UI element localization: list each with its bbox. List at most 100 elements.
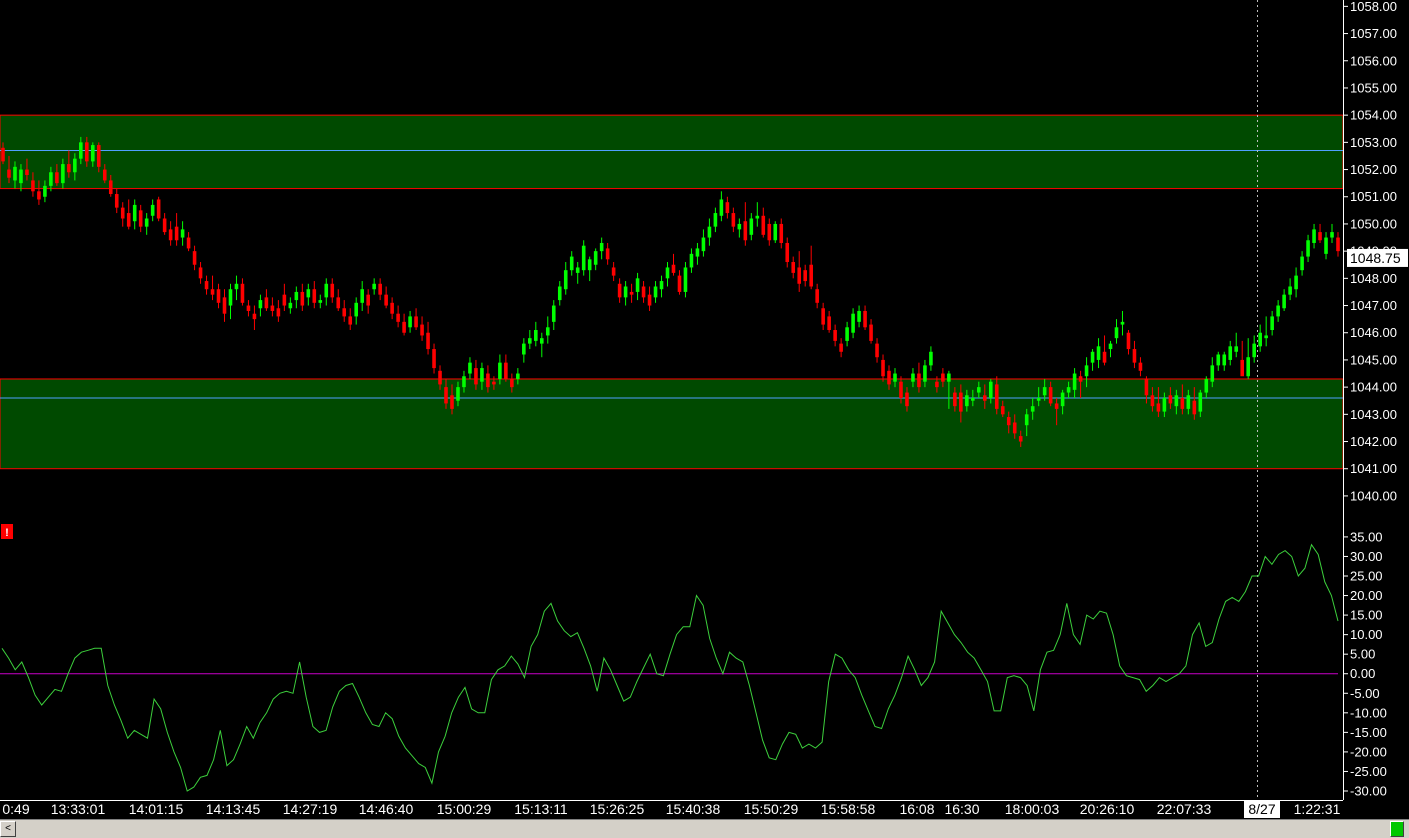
candle-body [893,373,897,382]
candle-body [1012,422,1017,434]
candle-body [1210,365,1215,382]
candle-body [372,283,376,290]
oscillator-tick-label: -25.00 [1350,764,1387,779]
candle-body [25,169,29,175]
candle-body [713,213,718,227]
candle-body [73,158,77,173]
candle-body [246,305,251,311]
candle-body [1114,327,1119,339]
candle-body [737,223,742,230]
time-tick-label: 18:00:03 [1005,801,1060,817]
candle-body [581,245,586,271]
candle-body [1138,362,1143,371]
candle-body [1324,237,1328,254]
candle [773,221,778,243]
candle-body [138,210,143,227]
candle-body [611,267,616,276]
candle-body [563,270,568,290]
candle-body [851,313,855,333]
candle-body [905,392,909,407]
candle-body [228,289,233,306]
candle-body [108,180,113,195]
scroll-thumb[interactable] [1390,821,1404,837]
price-tick-label: 1053.00 [1350,135,1397,150]
candle-body [252,313,257,320]
price-tick-label: 1043.00 [1350,407,1397,422]
time-tick-label: 15:00:29 [437,801,492,817]
candle-body [994,384,999,409]
candle-body [7,169,11,178]
price-tick-label: 1052.00 [1350,162,1397,177]
candle-body [731,213,736,227]
time-tick-label: 14:27:19 [283,801,338,817]
scroll-left-button[interactable]: < [0,821,16,837]
candle-body [569,256,574,271]
time-tick-label: 20:26:10 [1080,801,1135,817]
candle-body [1294,275,1298,290]
candle-body [1120,321,1125,325]
candle-body [785,242,790,263]
candle-body [162,218,167,233]
candle-body [1168,395,1173,404]
last-price-marker: 1048.75 [1347,248,1408,267]
candle-body [156,199,161,219]
candle-body [144,218,149,227]
candle-body [312,289,317,303]
candle-body [1228,346,1233,360]
oscillator-tick-label: 35.00 [1350,529,1383,544]
candle-body [815,289,819,303]
candle-body [204,281,209,290]
candle-body [420,324,424,336]
candle-body [1126,332,1131,350]
candle-body [587,259,592,271]
candle-body [276,308,281,317]
candle-body [935,381,939,388]
oscillator-tick-label: 10.00 [1350,627,1383,642]
price-tick-label: 1050.00 [1350,216,1397,231]
candle-body [1054,403,1059,409]
time-tick-label: 1:22:31 [1294,801,1341,817]
candle-body [504,362,508,379]
candle-body [977,387,981,393]
candle-body [653,286,658,298]
time-tick-label: 16:08 [899,801,934,817]
price-tick-label: 1056.00 [1350,53,1397,68]
horizontal-scrollbar[interactable]: < [0,819,1409,838]
candle-body [809,264,813,287]
chart-canvas[interactable]: ! 1058.00 1057.00 1056.00 1055.00 1054.00 105… [0,0,1409,819]
candle-body [707,226,712,238]
candle-body [222,297,227,314]
candle-body [767,223,772,241]
candle-body [426,332,430,350]
candle-body [641,286,646,298]
candle-body [102,169,107,181]
oscillator-tick-label: -5.00 [1350,686,1380,701]
candle-body [833,330,837,341]
price-tick-label: 1044.00 [1350,380,1397,395]
candle-body [198,267,203,279]
candle-body [264,297,269,309]
candle-body [486,373,490,388]
candle-body [168,229,173,241]
candle-body [1186,395,1191,409]
candle-body [1204,378,1209,393]
candle-body [947,373,951,382]
price-tick-label: 1057.00 [1350,26,1397,41]
candle-body [61,164,65,184]
candle-body [1258,332,1262,347]
candle-body [396,313,400,322]
candle-body [366,294,370,306]
candle-body [689,253,694,268]
candle-body [1318,232,1322,241]
candle-body [1066,387,1071,393]
candle-body [1078,376,1083,382]
alert-badge-text: ! [5,527,9,539]
candle-body [779,223,784,243]
candle-body [941,373,945,382]
candle-body [462,376,466,388]
candle-body [510,378,514,388]
candle-body [881,359,885,377]
candle-body [1222,354,1227,366]
candle-body [803,270,807,282]
candle [156,196,161,222]
